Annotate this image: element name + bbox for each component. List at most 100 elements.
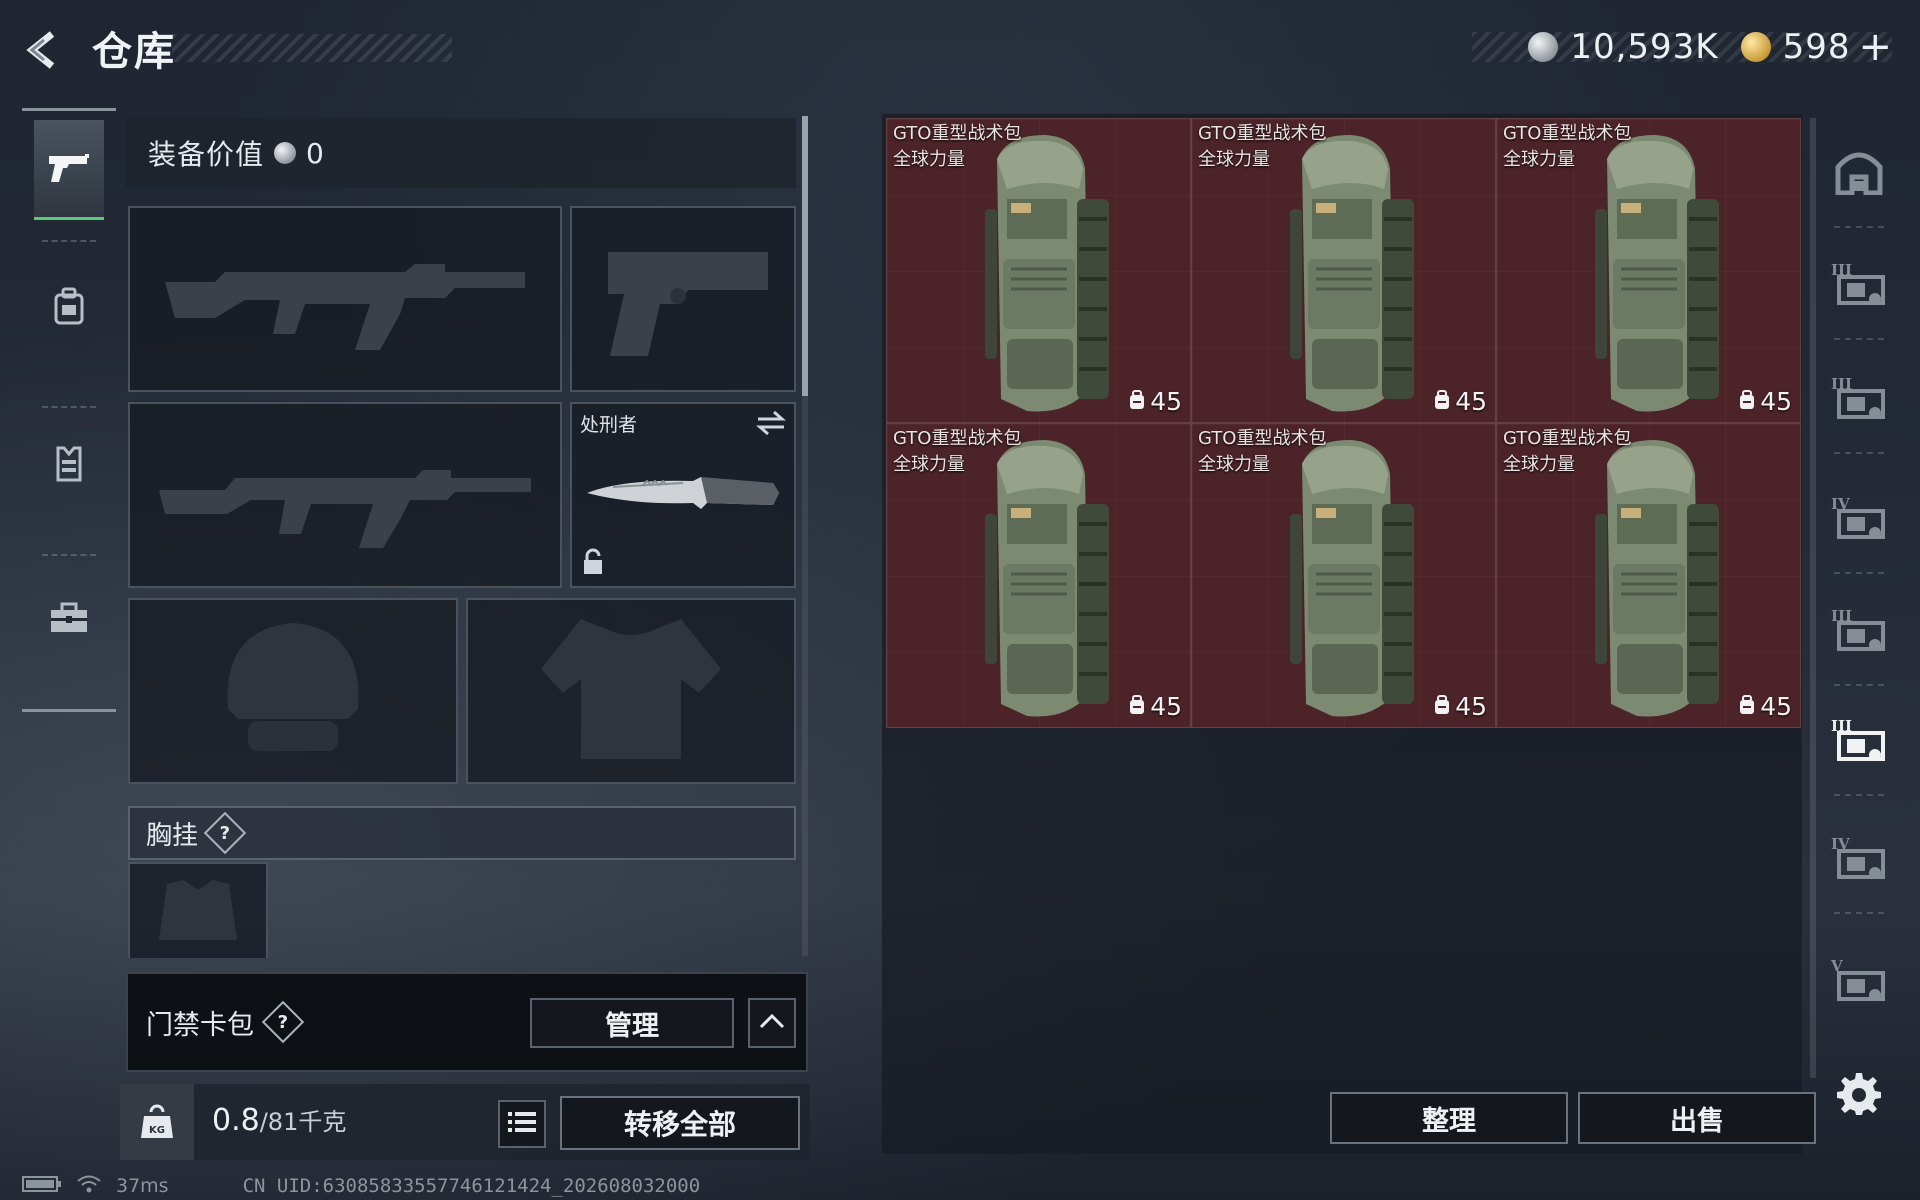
container-rail-item[interactable]: III: [1824, 236, 1894, 336]
helmet-slot[interactable]: [128, 598, 458, 784]
sort-button[interactable]: 整理: [1330, 1092, 1568, 1144]
stash-building-icon: [1834, 149, 1884, 199]
back-arrow-icon[interactable]: [22, 28, 66, 72]
stash-grid: GTO重型战术包 全球力量 45 GTO重型战术包 全球力量 45 GTO重型战…: [886, 118, 1804, 728]
currency-display: 10,593K 598 +: [1472, 24, 1892, 70]
rail-separator: [42, 406, 96, 408]
item-capacity: 45: [1128, 387, 1182, 416]
stash-item[interactable]: GTO重型战术包 全球力量 45: [1496, 423, 1801, 728]
container-rail: III III IV III III IV V: [1824, 114, 1894, 1114]
stash-item[interactable]: GTO重型战术包 全球力量 45: [1191, 423, 1496, 728]
item-capacity: 45: [1738, 692, 1792, 721]
swap-arrows-icon[interactable]: [756, 410, 786, 440]
stash-scrollbar[interactable]: [1810, 118, 1816, 1078]
container-rail-item[interactable]: III: [1824, 350, 1894, 450]
transfer-all-button[interactable]: 转移全部: [560, 1096, 800, 1150]
sidearm-slot[interactable]: [570, 206, 796, 392]
helmet-silhouette-icon: [208, 609, 378, 773]
body-armor-slot[interactable]: [466, 598, 796, 784]
equipment-value-bar: 装备价值 0: [126, 118, 796, 188]
list-view-button[interactable]: [498, 1100, 546, 1148]
equipment-value-amount: 0: [306, 136, 324, 170]
rail-bracket-top: [22, 108, 116, 111]
rail-bracket-bottom: [22, 709, 116, 712]
stash-item[interactable]: GTO重型战术包 全球力量 45: [1191, 118, 1496, 423]
add-currency-button[interactable]: +: [1858, 24, 1892, 70]
stash-item[interactable]: GTO重型战术包 全球力量 45: [886, 118, 1191, 423]
container-rail-separator: [1834, 794, 1884, 796]
container-rail-item[interactable]: [1824, 124, 1894, 224]
item-name: GTO重型战术包: [893, 123, 1022, 144]
container-rail-separator: [1834, 572, 1884, 574]
secondary-weapon-slot[interactable]: [128, 402, 562, 588]
item-capacity-value: 45: [1150, 387, 1182, 416]
settings-button[interactable]: [1834, 1070, 1884, 1120]
keycard-help-button[interactable]: ?: [261, 1000, 305, 1044]
gear-icon: [1837, 1071, 1881, 1119]
toolbox-icon: [49, 602, 89, 638]
weight-current: 0.8: [212, 1103, 260, 1138]
rail-item-backpack[interactable]: [34, 258, 104, 358]
loadout-panel: 装备价值 0 处刑者 胸挂 ? 门禁卡包 ? 管理 KG 0.8/81千克 转移…: [120, 112, 810, 1160]
manage-button[interactable]: 管理: [530, 998, 734, 1048]
weight-readout: 0.8/81千克: [212, 1102, 346, 1138]
user-id: CN UID:630858335577461214​24_20260803200…: [242, 1175, 701, 1197]
item-tag: 全球力量: [893, 149, 965, 170]
container-rail-item[interactable]: V: [1824, 932, 1894, 1032]
container-rail-item[interactable]: III: [1824, 692, 1894, 792]
container-tier-3-icon: III: [1829, 259, 1889, 313]
ping-readout: 37ms: [116, 1175, 169, 1197]
rail-item-supplies[interactable]: [34, 570, 104, 670]
gold-coin-icon: [1740, 32, 1771, 62]
item-capacity-value: 45: [1760, 387, 1792, 416]
tactical-backpack-image: [967, 129, 1117, 419]
item-tag: 全球力量: [893, 454, 965, 475]
container-tier-4-icon: IV: [1829, 493, 1889, 547]
container-rail-item[interactable]: IV: [1824, 470, 1894, 570]
container-rail-item[interactable]: IV: [1824, 810, 1894, 910]
collapse-button[interactable]: [748, 998, 796, 1048]
item-name: GTO重型战术包: [1503, 123, 1632, 144]
primary-weapon-slot[interactable]: [128, 206, 562, 392]
item-tag: 全球力量: [1198, 149, 1270, 170]
melee-slot[interactable]: 处刑者: [570, 402, 796, 588]
item-tag: 全球力量: [1503, 454, 1575, 475]
item-name: GTO重型战术包: [1198, 428, 1327, 449]
backpack-icon: [52, 287, 86, 329]
page-title: 仓库: [92, 29, 176, 75]
stash-item[interactable]: GTO重型战术包 全球力量 45: [1496, 118, 1801, 423]
sell-button[interactable]: 出售: [1578, 1092, 1816, 1144]
status-footer: 37ms CN UID:630858335577461214​24_202608…: [22, 1174, 700, 1198]
container-rail-item[interactable]: III: [1824, 582, 1894, 682]
item-tag: 全球力量: [1503, 149, 1575, 170]
chest-rig-help-button[interactable]: ?: [203, 811, 247, 855]
category-rail: [22, 108, 116, 712]
loadout-scrollbar-thumb[interactable]: [802, 116, 808, 396]
container-rail-separator: [1834, 684, 1884, 686]
page-title-wrap: 仓库: [92, 22, 452, 75]
wifi-icon: [76, 1174, 102, 1199]
rail-separator: [42, 240, 96, 242]
backpack-capacity-icon: [1738, 692, 1756, 721]
chest-rig-slot[interactable]: [128, 862, 268, 958]
container-rail-separator: [1834, 912, 1884, 914]
stash-item[interactable]: GTO重型战术包 全球力量 45: [886, 423, 1191, 728]
rail-item-weapons[interactable]: [34, 120, 104, 220]
item-capacity-value: 45: [1150, 692, 1182, 721]
battery-icon: [22, 1175, 62, 1198]
item-capacity-value: 45: [1760, 692, 1792, 721]
weight-capacity: /81千克: [259, 1108, 347, 1136]
melee-slot-label: 处刑者: [580, 414, 638, 436]
tactical-backpack-image: [1272, 434, 1422, 724]
container-tier-3-warning-icon: III: [1829, 605, 1889, 659]
rail-item-armor[interactable]: [34, 416, 104, 516]
combat-knife-icon: [583, 463, 783, 527]
weight-bar: KG 0.8/81千克 转移全部: [120, 1084, 810, 1160]
item-capacity-value: 45: [1455, 387, 1487, 416]
item-capacity: 45: [1738, 387, 1792, 416]
item-tag: 全球力量: [1198, 454, 1270, 475]
rifle-silhouette-icon: [155, 438, 535, 552]
chevron-up-icon: [759, 1013, 785, 1033]
container-tier-5-icon: V: [1829, 955, 1889, 1009]
tactical-backpack-image: [1272, 129, 1422, 419]
